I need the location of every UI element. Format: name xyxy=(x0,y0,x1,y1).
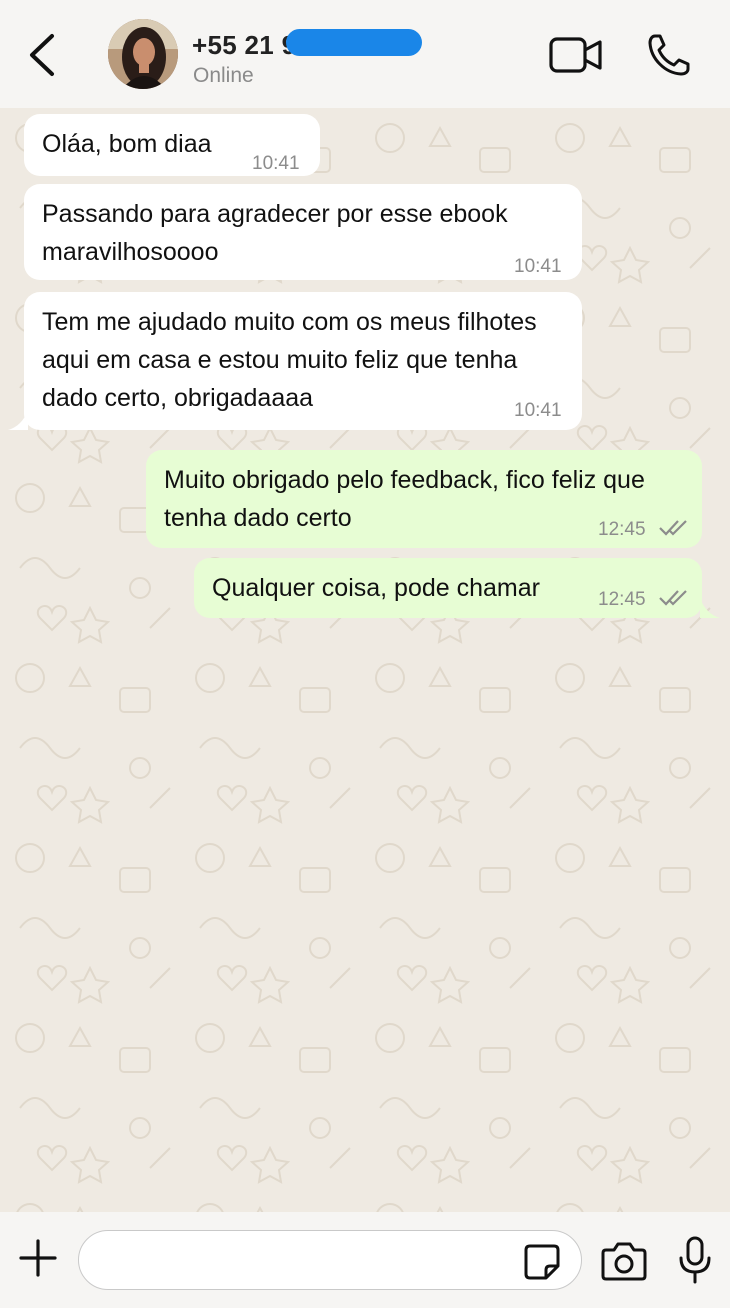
sticker-button[interactable] xyxy=(522,1242,562,1282)
message-bubble-incoming[interactable]: Oláa, bom diaa 10:41 xyxy=(24,114,320,176)
chevron-left-icon xyxy=(30,34,54,76)
video-camera-icon xyxy=(549,37,602,73)
attach-button[interactable] xyxy=(16,1236,60,1280)
message-time: 10:41 xyxy=(514,400,562,421)
message-bubble-outgoing[interactable]: Qualquer coisa, pode chamar 12:45 xyxy=(194,558,702,618)
chat-header: +55 21 9 4082 Online xyxy=(0,0,730,108)
back-button[interactable] xyxy=(22,30,62,80)
message-text: Tem me ajudado muito com os meus filhote… xyxy=(42,308,537,412)
message-time: 12:45 xyxy=(598,519,646,540)
redaction-mark xyxy=(286,29,422,56)
voice-message-button[interactable] xyxy=(676,1234,714,1286)
avatar-image xyxy=(108,19,178,89)
camera-button[interactable] xyxy=(600,1240,648,1282)
chat-area[interactable]: Oláa, bom diaa 10:41 Passando para agrad… xyxy=(0,108,730,1212)
bubble-tail xyxy=(8,410,28,430)
microphone-icon xyxy=(679,1236,711,1284)
read-receipt-icon xyxy=(659,590,687,606)
bubble-tail xyxy=(700,598,720,618)
message-text: Passando para agradecer por esse ebook m… xyxy=(42,200,508,266)
phone-icon xyxy=(648,34,690,76)
message-time: 10:41 xyxy=(252,153,300,174)
message-time: 10:41 xyxy=(514,256,562,277)
voice-call-button[interactable] xyxy=(646,32,694,78)
message-time: 12:45 xyxy=(598,589,646,610)
camera-icon xyxy=(601,1242,647,1281)
read-receipt-icon xyxy=(659,520,687,536)
message-bubble-incoming[interactable]: Passando para agradecer por esse ebook m… xyxy=(24,184,582,280)
message-composer xyxy=(0,1212,730,1308)
message-bubble-outgoing[interactable]: Muito obrigado pelo feedback, fico feliz… xyxy=(146,450,702,548)
sticker-icon xyxy=(524,1244,560,1280)
avatar[interactable] xyxy=(108,19,178,89)
plus-icon xyxy=(19,1239,57,1277)
video-call-button[interactable] xyxy=(548,34,604,76)
message-bubble-incoming[interactable]: Tem me ajudado muito com os meus filhote… xyxy=(24,292,582,430)
contact-status: Online xyxy=(193,64,254,87)
message-input[interactable] xyxy=(78,1230,582,1290)
